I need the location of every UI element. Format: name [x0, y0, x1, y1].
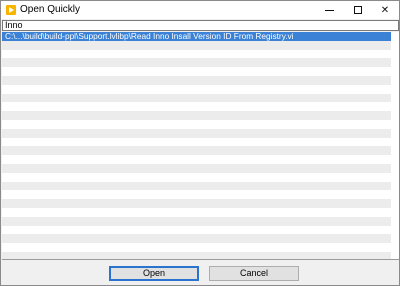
empty-list-row	[2, 93, 391, 103]
minimize-button[interactable]	[315, 1, 343, 19]
empty-list-row	[2, 120, 391, 129]
close-button[interactable]: ✕	[371, 1, 399, 19]
empty-list-row	[2, 58, 391, 68]
empty-list-row	[2, 251, 391, 259]
empty-list-row	[2, 50, 391, 59]
empty-list-row	[2, 128, 391, 138]
app-icon	[6, 5, 16, 15]
empty-list-row	[2, 102, 391, 111]
empty-list-row	[2, 216, 391, 226]
cancel-button[interactable]: Cancel	[209, 266, 299, 281]
empty-list-row	[2, 226, 391, 235]
empty-list-row	[2, 173, 391, 182]
open-button[interactable]: Open	[109, 266, 199, 281]
empty-list-row	[2, 181, 391, 191]
divider	[2, 259, 399, 260]
empty-list-row	[2, 163, 391, 173]
result-item[interactable]: C:\...\build\build-ppl\Support.lvlibp\Re…	[2, 32, 391, 41]
empty-list-row	[2, 85, 391, 94]
empty-list-row	[2, 234, 391, 244]
minimize-icon	[324, 9, 334, 11]
close-icon: ✕	[380, 4, 390, 16]
empty-list-row	[2, 40, 391, 50]
open-quickly-dialog: Open Quickly ✕ Inno C:\...\build\build-p…	[0, 0, 400, 286]
window-title: Open Quickly	[20, 4, 81, 15]
empty-list-row	[2, 199, 391, 208]
empty-list-row	[2, 111, 391, 120]
empty-list-row	[2, 67, 391, 76]
search-input[interactable]: Inno	[2, 20, 399, 31]
results-list[interactable]: C:\...\build\build-ppl\Support.lvlibp\Re…	[2, 32, 391, 259]
empty-list-row	[2, 155, 391, 164]
empty-list-row	[2, 75, 391, 85]
maximize-icon	[354, 6, 362, 14]
empty-list-row	[2, 138, 391, 147]
scroll-gutter	[391, 32, 399, 259]
empty-list-row	[2, 208, 391, 217]
title-bar[interactable]: Open Quickly ✕	[1, 1, 399, 19]
empty-list-row	[2, 243, 391, 252]
empty-list-row	[2, 146, 391, 156]
empty-list-row	[2, 190, 391, 199]
maximize-button[interactable]	[344, 1, 372, 19]
